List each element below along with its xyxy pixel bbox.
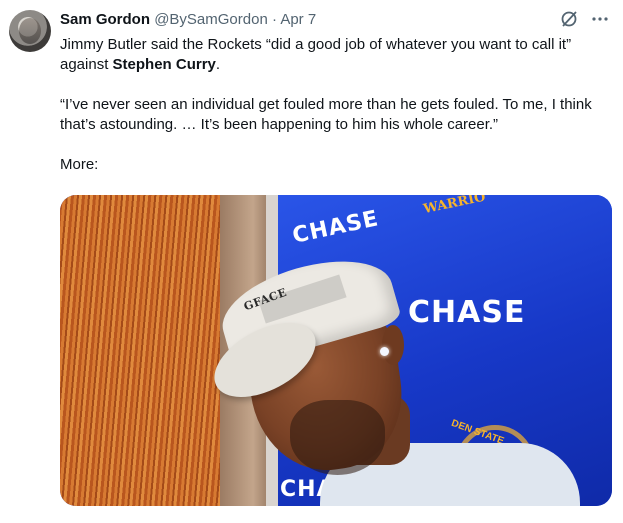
- tweet-text-part: .: [215, 56, 221, 73]
- ear: [382, 325, 404, 365]
- beard: [290, 400, 385, 475]
- tweet[interactable]: Sam Gordon @BySamGordon · Apr 7 Jimmy Bu…: [0, 0, 623, 523]
- author-handle[interactable]: @BySamGordon: [154, 11, 268, 28]
- avatar[interactable]: [9, 10, 51, 52]
- tweet-actions-top: [559, 9, 609, 29]
- tweet-date[interactable]: Apr 7: [280, 11, 316, 28]
- tweet-more: More:: [60, 156, 99, 173]
- separator: ·: [271, 11, 277, 28]
- tweet-paragraph-1: Jimmy Butler said the Rockets “did a goo…: [60, 35, 610, 75]
- tweet-header: Sam Gordon @BySamGordon · Apr 7: [60, 11, 316, 29]
- tweet-media[interactable]: CHASE CHASE CHA WARRIO DEN STATE GFACE: [60, 195, 612, 506]
- background-hair: [60, 195, 225, 506]
- tweet-bottom-edge: [60, 516, 612, 523]
- grok-slash-icon[interactable]: [559, 9, 579, 29]
- author-name[interactable]: Sam Gordon: [60, 11, 150, 28]
- mention-stephen-curry: Stephen Curry: [112, 56, 216, 73]
- tweet-quote: “I’ve never seen an individual get foule…: [60, 96, 592, 133]
- more-dots-icon[interactable]: [591, 10, 609, 28]
- earring: [380, 347, 389, 356]
- tweet-text: Jimmy Butler said the Rockets “did a goo…: [60, 35, 610, 175]
- chase-logo-text: CHASE: [408, 295, 526, 330]
